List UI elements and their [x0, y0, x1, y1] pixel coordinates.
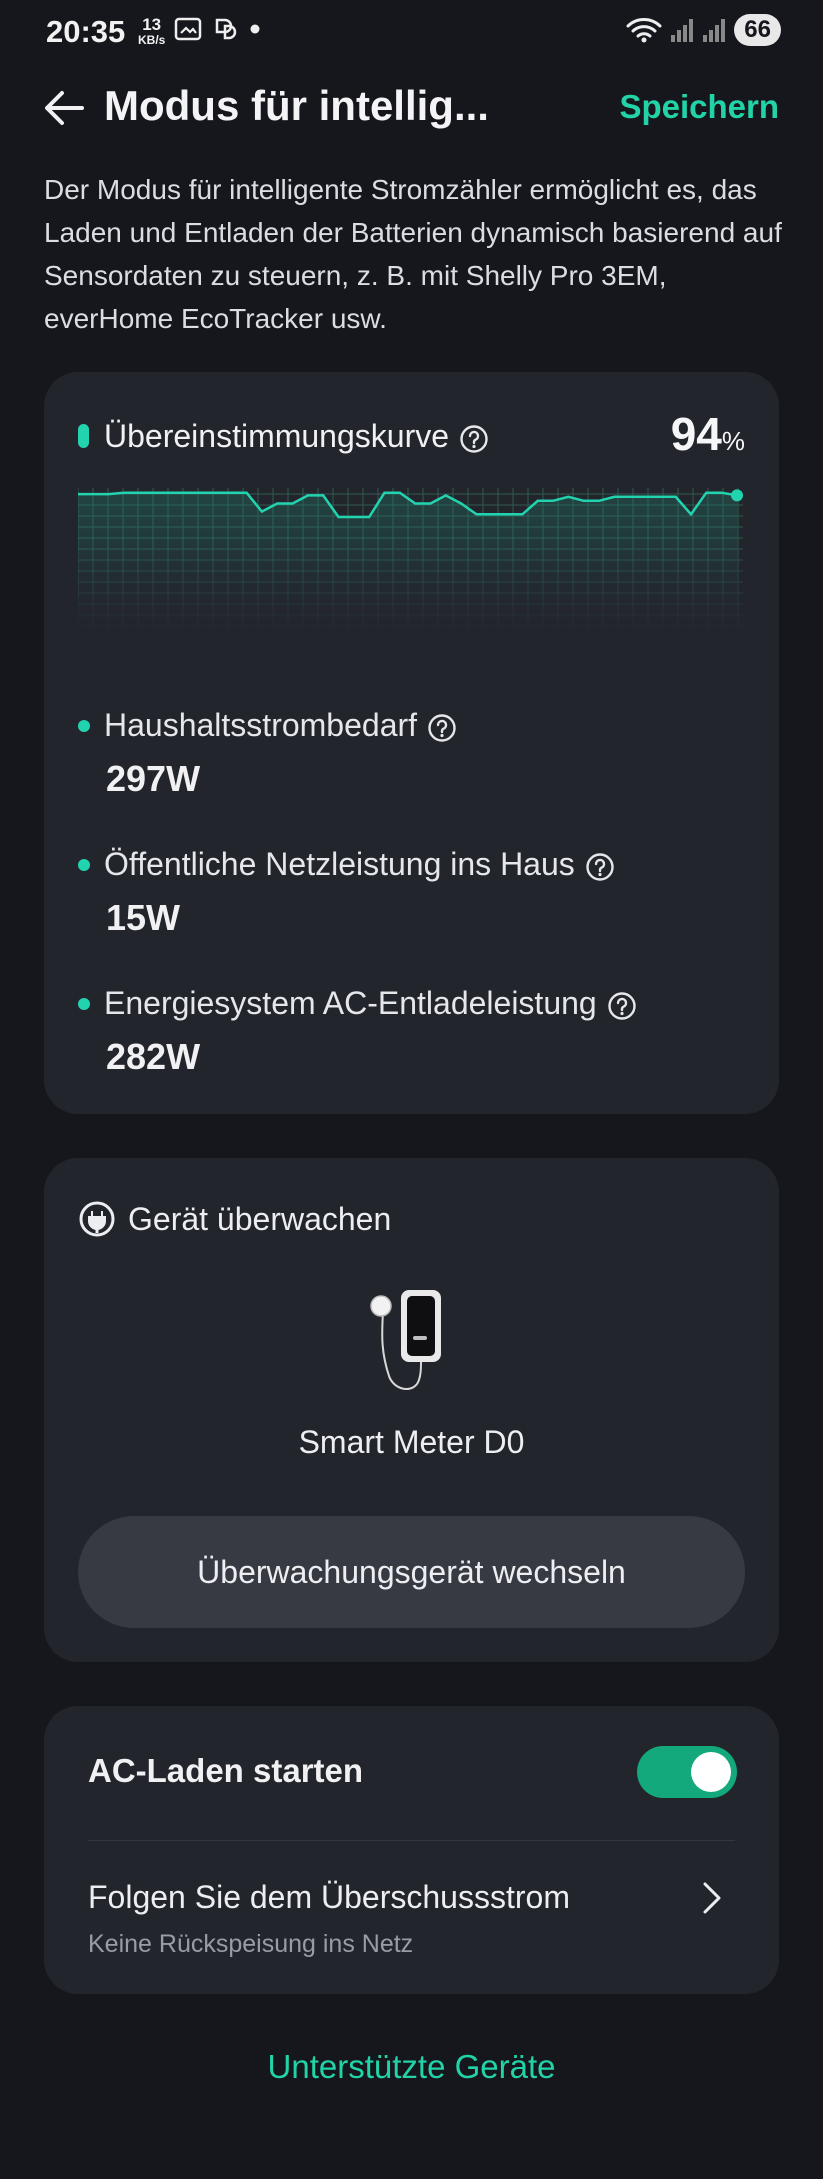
ac-charge-label: AC-Laden starten — [88, 1752, 364, 1789]
metric-label-text: Haushaltsstrombedarf — [104, 707, 418, 743]
status-time: 20:35 — [46, 14, 126, 49]
monitor-header: Gerät überwachen — [78, 1194, 391, 1244]
match-curve-chart — [78, 488, 743, 632]
match-percentage-value: 94 — [670, 408, 722, 460]
network-speed-unit: KB/s — [138, 33, 166, 47]
curve-title-text: Übereinstimmungskurve — [104, 418, 450, 454]
system-icons: 66 — [626, 14, 781, 46]
plug-monitor-icon — [79, 1201, 115, 1237]
screenshot-icon — [174, 17, 202, 41]
metric-grid-power: Öffentliche Netzleistung ins Haus 15W — [78, 839, 745, 949]
mode-description: Der Modus für intelligente Stromzähler e… — [44, 174, 782, 334]
follow-surplus-label[interactable]: Folgen Sie dem Überschussstrom — [88, 1872, 570, 1922]
help-icon[interactable] — [427, 713, 457, 743]
metric-household-demand: Haushaltsstrombedarf 297W — [78, 700, 745, 810]
metric-dot — [78, 859, 90, 871]
metric-value: 15W — [106, 897, 181, 938]
metric-label: Energiesystem AC-Entladeleistung — [104, 978, 637, 1028]
match-percentage: 94% — [671, 408, 745, 467]
toggle-knob — [691, 1752, 731, 1792]
smart-meter-image — [370, 1290, 441, 1391]
ac-charge-toggle[interactable] — [637, 1746, 737, 1798]
metric-label: Haushaltsstrombedarf — [104, 700, 457, 750]
status-bar: 20:35 13 KB/s 66 — [0, 0, 823, 64]
wifi-icon — [626, 18, 662, 43]
metric-value: 297W — [106, 758, 201, 799]
metric-dot — [78, 720, 90, 732]
dot-icon — [250, 24, 260, 34]
follow-surplus-sublabel: Keine Rückspeisung ins Netz — [88, 1930, 414, 1958]
monitor-device-card: Gerät überwachen Smart Meter D0 Überwach… — [44, 1158, 779, 1662]
legend-pill — [78, 424, 89, 448]
chart-fade — [78, 542, 743, 632]
notification-icons — [174, 16, 262, 42]
charging-settings-card: AC-Laden starten Folgen Sie dem Überschu… — [44, 1706, 779, 1994]
chevron-right-icon[interactable] — [693, 1878, 729, 1918]
device-name: Smart Meter D0 — [298, 1424, 525, 1460]
signal-icon — [703, 19, 726, 42]
chart-end-point — [731, 489, 743, 502]
divider — [88, 1840, 735, 1841]
help-icon[interactable] — [607, 991, 637, 1021]
metric-label-text: Öffentliche Netzleistung ins Haus — [104, 846, 575, 882]
save-button[interactable]: Speichern — [619, 84, 779, 130]
back-arrow-icon[interactable] — [40, 84, 88, 132]
match-percentage-unit: % — [721, 426, 745, 456]
curve-title: Übereinstimmungskurve — [104, 414, 489, 458]
battery-icon: 66 — [734, 14, 781, 46]
app-header: Modus für intellig... Speichern — [0, 80, 823, 150]
network-speed-value: 13 — [142, 15, 162, 34]
signal-icon — [671, 19, 694, 42]
help-icon[interactable] — [585, 852, 615, 882]
curve-header: Übereinstimmungskurve 94% — [78, 408, 745, 462]
help-icon[interactable] — [459, 424, 489, 454]
metric-ac-discharge: Energiesystem AC-Entladeleistung 282W — [78, 978, 745, 1088]
metric-dot — [78, 998, 90, 1010]
match-curve-card: Übereinstimmungskurve 94% Haushaltsstrom… — [44, 372, 779, 1114]
metric-label: Öffentliche Netzleistung ins Haus — [104, 839, 615, 889]
network-speed: 13 KB/s — [138, 15, 166, 47]
switch-monitor-device-button[interactable]: Überwachungsgerät wechseln — [78, 1516, 745, 1628]
metric-value: 282W — [106, 1036, 201, 1077]
monitor-title: Gerät überwachen — [128, 1200, 392, 1237]
metric-label-text: Energiesystem AC-Entladeleistung — [104, 985, 597, 1021]
supported-devices-link[interactable]: Unterstützte Geräte — [0, 2048, 823, 2086]
app-icon — [215, 18, 237, 40]
page-title: Modus für intellig... — [104, 82, 489, 129]
